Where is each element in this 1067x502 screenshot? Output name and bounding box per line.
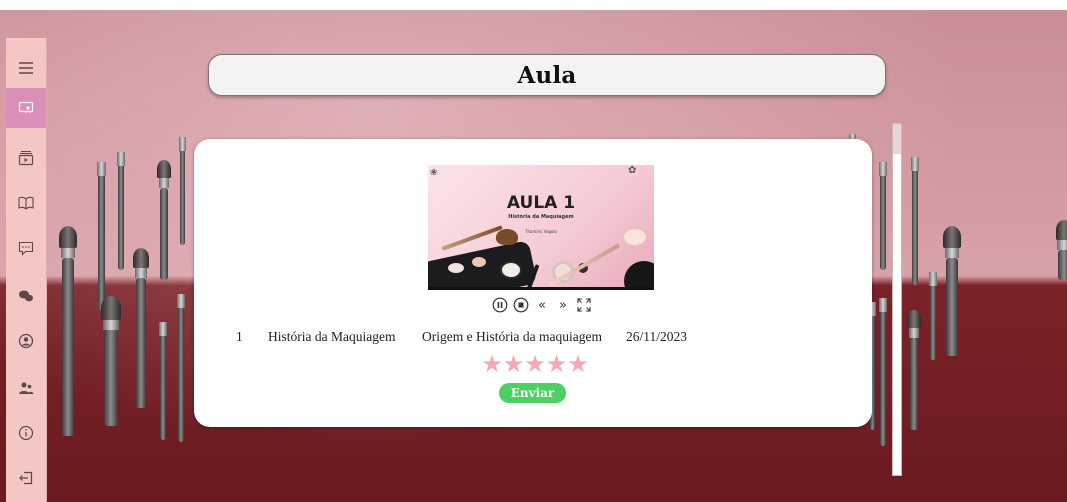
lesson-description: Origem e História da maquiagem [422, 329, 602, 344]
fullscreen-icon [577, 298, 591, 312]
rewind-button[interactable]: « [533, 296, 551, 314]
sidebar-item-lesson[interactable] [6, 88, 46, 128]
lesson-card: ❀ ✿ AULA 1 História da Maquiagem Thamiri… [194, 139, 872, 427]
submit-button[interactable]: Enviar [499, 383, 566, 403]
pause-icon [492, 297, 508, 313]
sidebar-item-users[interactable] [6, 368, 46, 408]
book-icon [18, 196, 34, 210]
pause-button[interactable] [491, 296, 509, 314]
sidebar-item-menu[interactable] [6, 48, 46, 88]
lesson-number: 1 [236, 329, 243, 344]
page-title: Aula [517, 61, 577, 89]
makeup-brush-image [179, 135, 186, 245]
fullscreen-button[interactable] [575, 296, 593, 314]
makeup-brush-image [59, 226, 77, 436]
sidebar-item-book[interactable] [6, 183, 46, 223]
page-header: Aula [208, 54, 886, 96]
play-list-icon [18, 150, 34, 166]
info-icon [18, 425, 34, 441]
lesson-date: 26/11/2023 [626, 329, 688, 344]
chat-icon [18, 241, 34, 256]
video-progress-bar[interactable] [428, 287, 654, 290]
menu-icon [19, 62, 33, 74]
user-circle-icon [18, 333, 34, 349]
video-subtitle: História da Maquiagem [508, 214, 574, 220]
stop-button[interactable] [512, 296, 530, 314]
video-controls: « » [477, 295, 607, 315]
sidebar-item-videos[interactable] [6, 138, 46, 178]
sidebar [6, 38, 47, 502]
brush-tip [496, 229, 518, 245]
floral-decoration-icon: ✿ [628, 165, 637, 176]
compact-powder [500, 261, 522, 279]
sidebar-item-info[interactable] [6, 413, 46, 453]
makeup-brush-image [879, 296, 887, 446]
makeup-brush-image [879, 160, 887, 270]
sidebar-item-community[interactable] [6, 276, 46, 316]
brush-tip [624, 229, 646, 245]
makeup-brush-image [943, 226, 961, 356]
video-player[interactable]: ❀ ✿ AULA 1 História da Maquiagem Thamiri… [428, 165, 654, 290]
makeup-brush-image [117, 150, 125, 270]
lesson-info-row: 1 História da Maquiagem Origem e Históri… [236, 329, 736, 349]
palette-pan [472, 257, 486, 267]
makeup-brush-image [159, 320, 167, 440]
makeup-brush-image [157, 160, 171, 280]
makeup-brush-image [929, 270, 937, 360]
makeup-brush-image [97, 160, 106, 310]
group-chat-icon [19, 290, 33, 302]
makeup-brush-image [907, 310, 921, 430]
sidebar-item-logout[interactable] [6, 458, 46, 498]
forward-button[interactable]: » [554, 296, 572, 314]
video-author: Thamiris Vogolo [525, 229, 557, 234]
makeup-brush-image [177, 292, 185, 442]
sidebar-item-chat[interactable] [6, 228, 46, 268]
makeup-brush-image [911, 155, 919, 285]
makeup-brush-image [1056, 220, 1067, 280]
vertical-scrollbar[interactable] [892, 123, 902, 476]
powder-case [624, 261, 654, 290]
logout-icon [19, 471, 33, 485]
video-title: AULA 1 [506, 193, 576, 213]
stop-icon [513, 297, 529, 313]
makeup-brush-image [101, 296, 121, 426]
makeup-brush-image [133, 248, 149, 408]
scrollbar-thumb[interactable] [893, 124, 901, 154]
lesson-name: História da Maquiagem [268, 329, 396, 344]
palette-pan [448, 263, 464, 273]
users-icon [19, 382, 34, 394]
sidebar-item-profile[interactable] [6, 321, 46, 361]
floral-decoration-icon: ❀ [430, 167, 438, 177]
star-rating[interactable]: ★★★★★ [480, 351, 590, 377]
screen-user-icon [18, 101, 34, 113]
